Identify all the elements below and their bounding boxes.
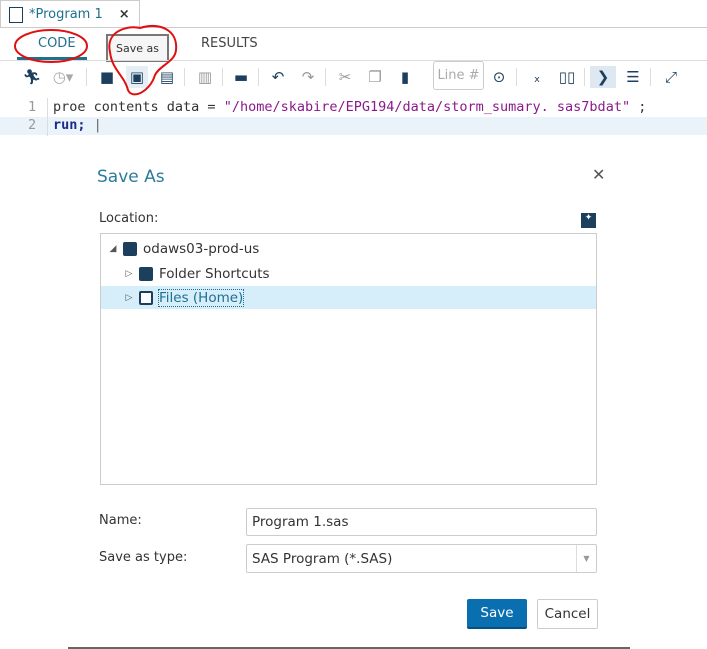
chevron-down-icon[interactable]: ▼ (576, 545, 596, 572)
tree-item-files-home[interactable]: ▷ Files (Home) (101, 286, 596, 309)
home-files-icon (139, 290, 153, 305)
tree-item-label: Files (Home) (157, 288, 245, 307)
type-select-value: SAS Program (*.SAS) (252, 550, 393, 567)
expand-arrow-icon[interactable]: ▷ (123, 293, 135, 303)
dialog-title: Save As (97, 167, 165, 187)
type-label: Save as type: (99, 550, 188, 565)
tree-item-server[interactable]: ◢ odaws03-prod-us (101, 237, 596, 260)
location-tree[interactable]: ◢ odaws03-prod-us ▷ Folder Shortcuts ▷ F… (100, 233, 597, 485)
tree-item-label: Folder Shortcuts (159, 265, 270, 282)
folder-shortcut-icon (139, 266, 153, 281)
new-folder-icon[interactable]: ✦ (581, 213, 596, 228)
type-select[interactable]: SAS Program (*.SAS) ▼ (246, 544, 597, 573)
line-number: 2 (28, 117, 37, 133)
annotation-circles (14, 25, 178, 96)
save-button[interactable]: Save (467, 599, 527, 629)
expand-arrow-icon[interactable]: ▷ (123, 269, 135, 279)
tree-item-label: odaws03-prod-us (143, 240, 260, 257)
cancel-button[interactable]: Cancel (537, 599, 598, 629)
location-label: Location: (99, 211, 159, 226)
name-label: Name: (99, 513, 142, 528)
current-line-highlight (0, 117, 707, 135)
collapse-arrow-icon[interactable]: ◢ (107, 244, 119, 254)
tree-item-folder-shortcuts[interactable]: ▷ Folder Shortcuts (101, 262, 596, 285)
server-icon (123, 241, 137, 256)
code-line[interactable]: run; | (53, 117, 102, 133)
dialog-close-icon[interactable]: ✕ (592, 165, 605, 184)
name-input[interactable]: Program 1.sas (246, 508, 597, 536)
